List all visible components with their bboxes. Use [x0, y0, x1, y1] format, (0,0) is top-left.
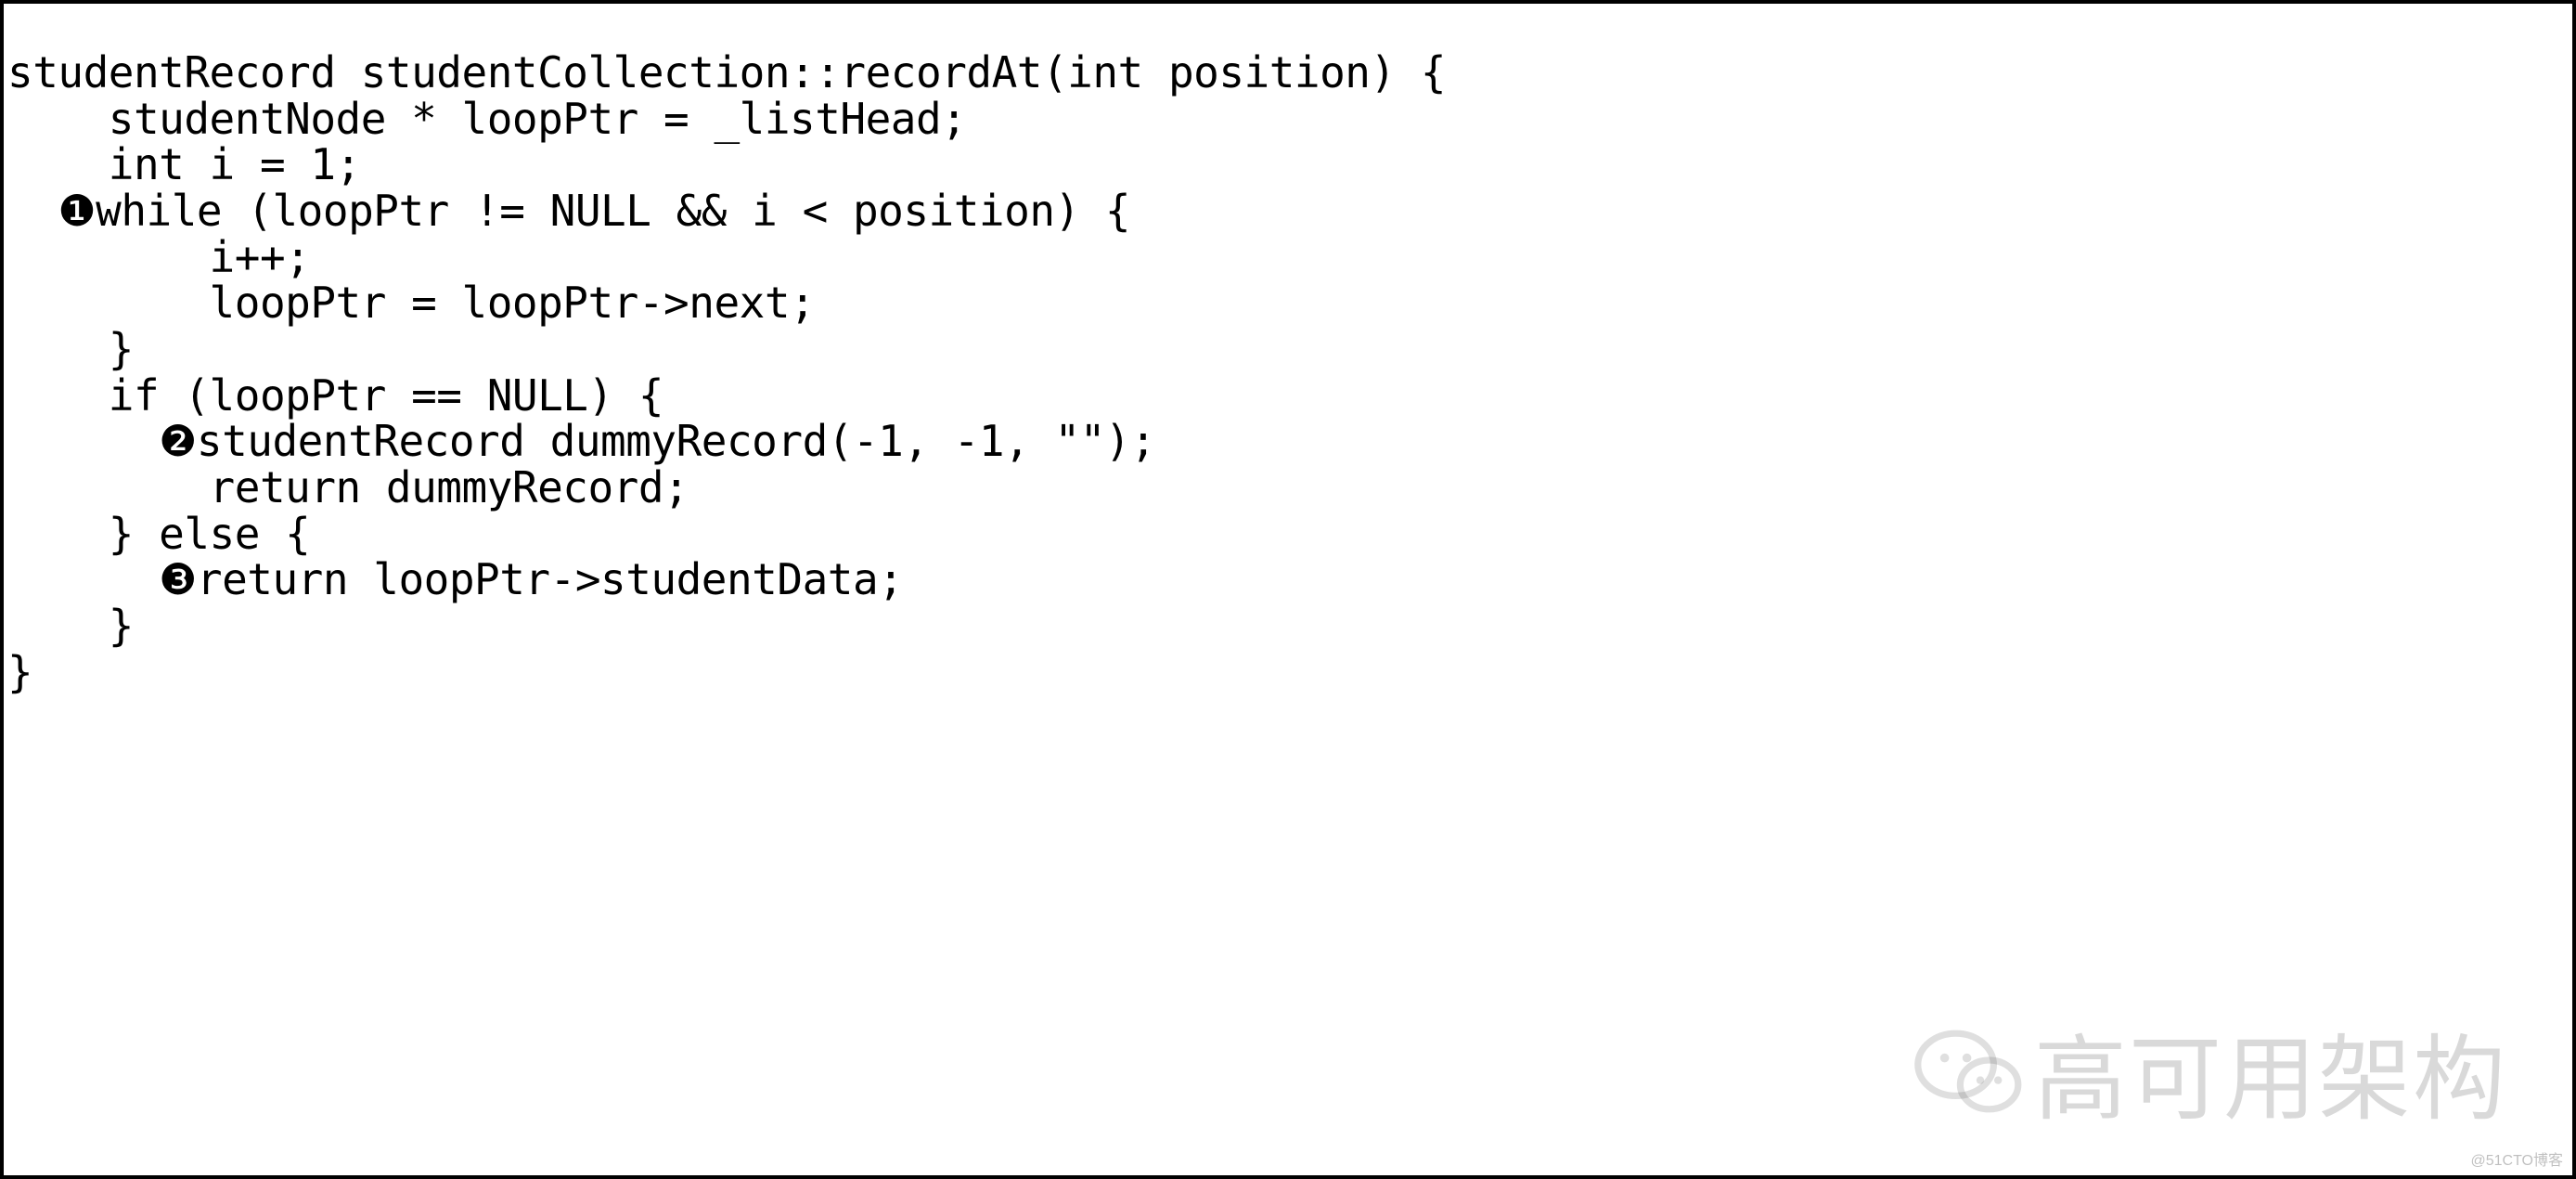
wechat-icon [1913, 1016, 2025, 1127]
watermark-main: 高可用架构 [1913, 1004, 2507, 1138]
watermark-main-text: 高可用架构 [2034, 1004, 2507, 1138]
watermark-corner: @51CTO博客 [2470, 1147, 2563, 1170]
code-figure-frame: studentRecord studentCollection::recordA… [0, 0, 2576, 1179]
code-block: studentRecord studentCollection::recordA… [7, 50, 2569, 695]
